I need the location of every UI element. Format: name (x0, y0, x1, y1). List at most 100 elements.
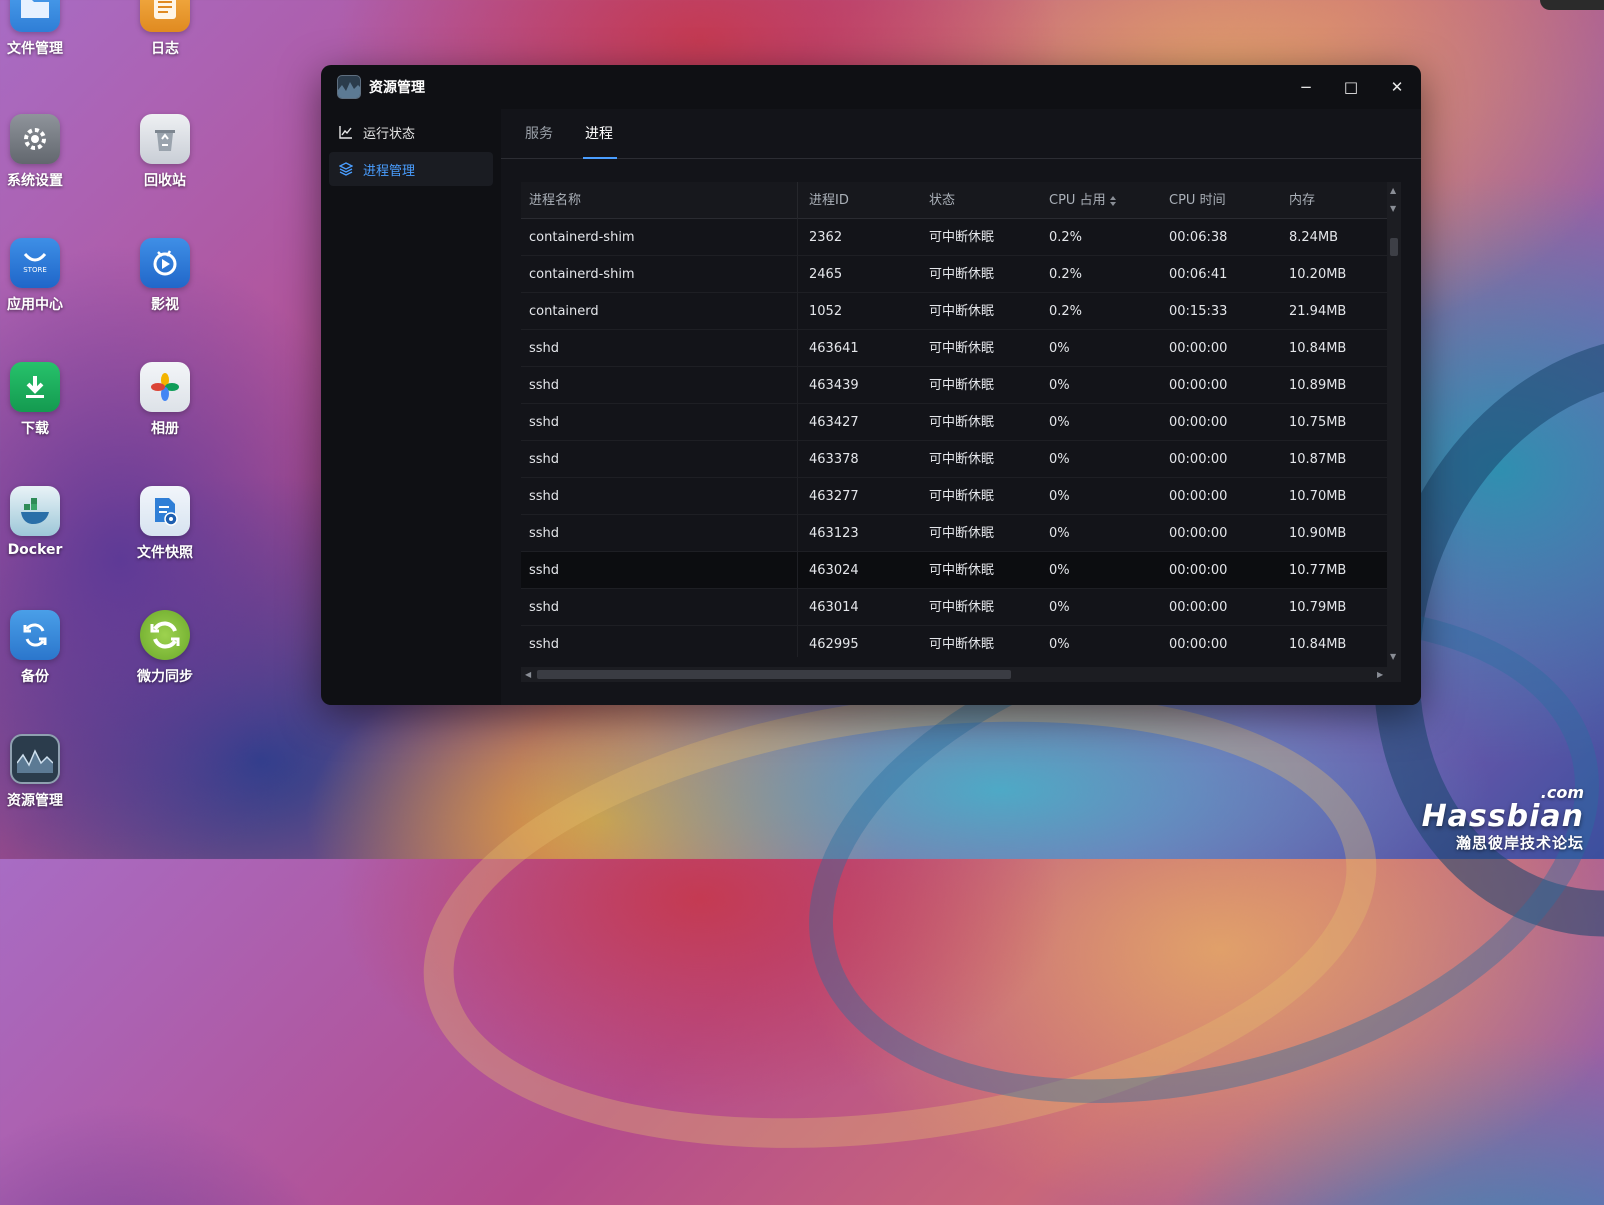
scroll-down-icon[interactable]: ▼ (1390, 204, 1396, 213)
resource-monitor-icon (337, 75, 361, 99)
desktop-icon-recycle-bin[interactable]: 回收站 (115, 114, 215, 190)
column-divider (797, 441, 798, 478)
desktop-icon-log[interactable]: 日志 (115, 0, 215, 58)
horizontal-scrollbar[interactable]: ◀ ▶ (521, 667, 1401, 682)
minimize-icon: − (1299, 78, 1313, 96)
process-id: 2362 (809, 230, 843, 245)
column-divider (797, 515, 798, 552)
sync-icon (140, 610, 190, 660)
table-row[interactable]: containerd-shim 2465 可中断休眠 0.2% 00:06:41… (521, 256, 1387, 293)
column-header-memory[interactable]: 内存 (1289, 182, 1315, 219)
desktop-icon-backup[interactable]: 备份 (0, 610, 85, 686)
process-id: 463439 (809, 378, 859, 393)
maximize-button[interactable]: □ (1341, 77, 1361, 97)
table-row[interactable]: sshd 463439 可中断休眠 0% 00:00:00 10.89MB (521, 367, 1387, 404)
table-row[interactable]: sshd 463024 可中断休眠 0% 00:00:00 10.77MB (521, 552, 1387, 589)
desktop-icon-download[interactable]: 下载 (0, 362, 85, 438)
column-header-pid[interactable]: 进程ID (809, 182, 849, 219)
table-row[interactable]: sshd 463123 可中断休眠 0% 00:00:00 10.90MB (521, 515, 1387, 552)
desktop-icon-settings[interactable]: 系统设置 (0, 114, 85, 190)
store-badge-text: STORE (23, 266, 47, 274)
table-row[interactable]: sshd 463641 可中断休眠 0% 00:00:00 10.84MB (521, 330, 1387, 367)
desktop-icon-resource-monitor[interactable]: 资源管理 (0, 734, 85, 810)
process-status: 可中断休眠 (929, 489, 995, 504)
table-row[interactable]: sshd 463378 可中断休眠 0% 00:00:00 10.87MB (521, 441, 1387, 478)
cpu-usage: 0% (1049, 341, 1070, 356)
table-row[interactable]: containerd 1052 可中断休眠 0.2% 00:15:33 21.9… (521, 293, 1387, 330)
process-name: sshd (529, 600, 560, 615)
gear-icon (10, 114, 60, 164)
scroll-right-icon[interactable]: ▶ (1377, 670, 1383, 679)
process-status: 可中断休眠 (929, 304, 995, 319)
scroll-left-icon[interactable]: ◀ (525, 670, 531, 679)
table-body: containerd-shim 2362 可中断休眠 0.2% 00:06:38… (521, 219, 1387, 657)
memory: 10.75MB (1289, 415, 1347, 430)
table-row[interactable]: sshd 463014 可中断休眠 0% 00:00:00 10.79MB (521, 589, 1387, 626)
process-table: 进程名称 进程ID 状态 CPU 占用 CPU 时间 内存 containerd… (521, 182, 1401, 682)
vertical-scrollbar[interactable]: ▲ ▼ ▼ (1387, 182, 1401, 667)
resource-manager-window: 资源管理 − □ ✕ 运行状态 进程管理 服务 进程 进程名称 进程ID 状态 (321, 65, 1421, 705)
tab-processes[interactable]: 进程 (585, 109, 613, 159)
tab-services[interactable]: 服务 (525, 109, 553, 159)
cpu-usage: 0.2% (1049, 267, 1083, 282)
desktop-icon-label: 文件快照 (137, 545, 193, 561)
cpu-time: 00:00:00 (1169, 452, 1228, 467)
column-divider (797, 219, 798, 256)
memory: 10.87MB (1289, 452, 1347, 467)
cpu-usage: 0% (1049, 600, 1070, 615)
desktop-icon-app-center[interactable]: STORE 应用中心 (0, 238, 85, 314)
column-divider (797, 293, 798, 330)
process-status: 可中断休眠 (929, 267, 995, 282)
cpu-usage: 0% (1049, 563, 1070, 578)
process-status: 可中断休眠 (929, 637, 995, 652)
sidebar-item-process-management[interactable]: 进程管理 (329, 152, 493, 186)
scroll-up-icon[interactable]: ▲ (1390, 186, 1396, 195)
memory: 8.24MB (1289, 230, 1339, 245)
scroll-down-icon[interactable]: ▼ (1390, 652, 1396, 661)
column-header-name[interactable]: 进程名称 (529, 182, 581, 219)
process-name: sshd (529, 563, 560, 578)
cpu-usage: 0% (1049, 637, 1070, 652)
desktop-icon-file-snapshot[interactable]: 文件快照 (115, 486, 215, 562)
desktop-icon-label: 影视 (151, 297, 179, 313)
desktop-icon-docker[interactable]: Docker (0, 486, 85, 558)
sidebar-item-run-status[interactable]: 运行状态 (329, 115, 493, 149)
memory: 10.89MB (1289, 378, 1347, 393)
column-header-status[interactable]: 状态 (929, 182, 955, 219)
column-header-cpu-usage-label: CPU 占用 (1049, 193, 1106, 208)
sort-icon (1109, 195, 1116, 206)
desktop-icon-photos[interactable]: 相册 (115, 362, 215, 438)
process-id: 463123 (809, 526, 859, 541)
close-button[interactable]: ✕ (1387, 77, 1407, 97)
resource-monitor-icon (10, 734, 60, 784)
table-row[interactable]: sshd 462995 可中断休眠 0% 00:00:00 10.84MB (521, 626, 1387, 657)
desktop-icon-label: 日志 (151, 41, 179, 57)
main-panel: 服务 进程 进程名称 进程ID 状态 CPU 占用 CPU 时间 内存 cont… (501, 109, 1421, 705)
table-row[interactable]: sshd 463277 可中断休眠 0% 00:00:00 10.70MB (521, 478, 1387, 515)
table-row[interactable]: containerd-shim 2362 可中断休眠 0.2% 00:06:38… (521, 219, 1387, 256)
horizontal-scroll-thumb[interactable] (537, 670, 1011, 679)
desktop-icon-label: 回收站 (144, 173, 186, 189)
column-header-cpu-time[interactable]: CPU 时间 (1169, 182, 1226, 219)
window-titlebar[interactable]: 资源管理 − □ ✕ (321, 65, 1421, 109)
process-id: 463641 (809, 341, 859, 356)
active-tab-indicator (583, 157, 617, 159)
layers-icon (339, 162, 353, 176)
process-status: 可中断休眠 (929, 600, 995, 615)
file-snapshot-icon (140, 486, 190, 536)
process-name: sshd (529, 489, 560, 504)
table-row[interactable]: sshd 463427 可中断休眠 0% 00:00:00 10.75MB (521, 404, 1387, 441)
minimize-button[interactable]: − (1296, 77, 1316, 97)
column-header-cpu-usage[interactable]: CPU 占用 (1049, 182, 1117, 219)
process-status: 可中断休眠 (929, 452, 995, 467)
column-divider[interactable] (797, 182, 798, 219)
vertical-scroll-thumb[interactable] (1390, 238, 1398, 256)
column-divider (797, 256, 798, 293)
desktop-icon-label: 文件管理 (7, 41, 63, 57)
desktop-icon-file-manager[interactable]: 文件管理 (0, 0, 85, 58)
log-icon (140, 0, 190, 32)
cpu-time: 00:15:33 (1169, 304, 1228, 319)
desktop-icon-video[interactable]: 影视 (115, 238, 215, 314)
desktop-icon-sync[interactable]: 微力同步 (115, 610, 215, 686)
cpu-time: 00:00:00 (1169, 341, 1228, 356)
